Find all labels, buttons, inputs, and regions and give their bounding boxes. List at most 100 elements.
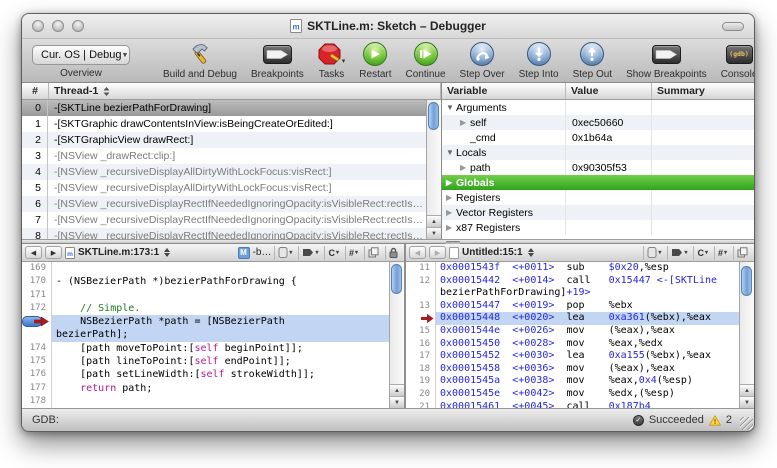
- line-number-gutter[interactable]: 19: [406, 375, 436, 388]
- scrollbar-thumb[interactable]: [428, 102, 439, 130]
- toolbar-button-show-breakpoints[interactable]: Show Breakpoints: [619, 41, 714, 80]
- stack-frame-row[interactable]: 4-[NSView _recursiveDisplayAllDirtyWithL…: [22, 164, 426, 180]
- code-text[interactable]: bezierPath];: [52, 328, 389, 341]
- scrollbar-thumb[interactable]: [741, 266, 752, 296]
- disclosure-triangle-icon[interactable]: ▶: [446, 193, 456, 202]
- code-text[interactable]: 0x00015447 <+0019> pop %ebx: [436, 300, 739, 313]
- back-button[interactable]: ◀: [409, 246, 426, 259]
- code-text[interactable]: // Simple.: [52, 302, 389, 315]
- variable-row[interactable]: ▶Vector Registers: [442, 205, 754, 220]
- code-text[interactable]: 0x00015448 <+0020> lea 0xa361(%ebx),%eax: [436, 312, 739, 325]
- function-popup[interactable]: -b…: [253, 247, 272, 258]
- code-text[interactable]: [52, 395, 389, 408]
- code-text[interactable]: [path lineToPoint:[self endPoint]];: [52, 355, 389, 368]
- line-number-gutter[interactable]: 18: [406, 363, 436, 376]
- breakpoint-current-line-icon[interactable]: [22, 315, 52, 328]
- code-text[interactable]: bezierPathForDrawing]+19>: [436, 287, 739, 300]
- code-text[interactable]: return path;: [52, 382, 389, 395]
- source-scrollbar[interactable]: ▲ ▼: [389, 262, 404, 408]
- line-number-gutter[interactable]: 169: [22, 262, 52, 275]
- disassembly-scrollbar[interactable]: ▲ ▼: [739, 262, 754, 408]
- variable-row[interactable]: ▶Registers: [442, 190, 754, 205]
- number-column-header[interactable]: #: [22, 83, 49, 99]
- disclosure-triangle-icon[interactable]: ▶: [460, 163, 470, 172]
- forward-button[interactable]: ▶: [45, 246, 62, 259]
- stack-frame-row[interactable]: 3-[NSView _drawRect:clip:]: [22, 148, 426, 164]
- stack-frame-row[interactable]: 7-[NSView _recursiveDisplayRectIfNeededI…: [22, 212, 426, 228]
- close-button[interactable]: [32, 20, 44, 32]
- overview-popup[interactable]: Cur. OS | Debug ▼: [32, 45, 130, 65]
- forward-button[interactable]: ▶: [429, 246, 446, 259]
- line-number-gutter[interactable]: 178: [22, 395, 52, 408]
- counterpart-files-button[interactable]: [364, 246, 382, 260]
- variable-row[interactable]: _cmd0x1b64a: [442, 130, 754, 145]
- line-number-gutter[interactable]: 16: [406, 338, 436, 351]
- code-text[interactable]: 0x0001545a <+0038> mov %eax,0x4(%esp): [436, 375, 739, 388]
- summary-column-header[interactable]: Summary: [652, 83, 754, 99]
- scroll-down-button[interactable]: ▼: [427, 227, 441, 239]
- toolbar-button-restart[interactable]: Restart: [352, 41, 398, 80]
- counterpart-button[interactable]: ▾: [274, 246, 295, 260]
- warning-count[interactable]: 2: [726, 414, 732, 426]
- scroll-up-button[interactable]: ▲: [427, 215, 441, 227]
- current-instruction-icon[interactable]: [406, 312, 436, 325]
- variable-row[interactable]: ▶self0xec50660: [442, 115, 754, 130]
- scroll-down-button[interactable]: ▼: [740, 396, 754, 408]
- zoom-button[interactable]: [72, 20, 84, 32]
- line-number-gutter[interactable]: 174: [22, 342, 52, 355]
- toolbar-toggle-button[interactable]: [722, 22, 744, 31]
- toolbar-button-build-and-debug[interactable]: Build and Debug: [156, 41, 244, 80]
- disclosure-triangle-icon[interactable]: ▶: [446, 223, 456, 232]
- stack-frame-row[interactable]: 6-[NSView _recursiveDisplayRectIfNeededI…: [22, 196, 426, 212]
- toolbar-button-tasks[interactable]: ▾Tasks: [311, 41, 353, 80]
- counterpart-files-button[interactable]: [733, 246, 751, 260]
- toolbar-button-continue[interactable]: Continue: [399, 41, 453, 80]
- line-number-gutter[interactable]: 170: [22, 275, 52, 288]
- line-number-gutter[interactable]: 176: [22, 368, 52, 381]
- variable-row[interactable]: ▶x87 Registers: [442, 220, 754, 235]
- line-number-gutter[interactable]: 172: [22, 302, 52, 315]
- line-stepper[interactable]: [528, 248, 534, 257]
- scroll-up-button[interactable]: ▲: [740, 384, 754, 396]
- title-bar[interactable]: m SKTLine.m: Sketch – Debugger: [22, 14, 754, 39]
- horizontal-splitter[interactable]: [22, 239, 754, 244]
- counterpart-button[interactable]: ▾: [643, 246, 664, 260]
- line-number-gutter[interactable]: [406, 287, 436, 300]
- thread-column-header[interactable]: Thread-1: [49, 83, 441, 99]
- code-text[interactable]: NSBezierPath *path = [NSBezierPath: [52, 315, 389, 328]
- warning-icon[interactable]: !: [709, 415, 721, 426]
- source-code-area[interactable]: 169170- (NSBezierPath *)bezierPathForDra…: [22, 262, 389, 408]
- class-browser-button[interactable]: C▾: [324, 246, 342, 260]
- scroll-down-button[interactable]: ▼: [390, 396, 404, 408]
- line-number-gutter[interactable]: 13: [406, 300, 436, 313]
- scrollbar-thumb[interactable]: [391, 264, 402, 294]
- class-browser-button[interactable]: C▾: [693, 246, 711, 260]
- toolbar-button-step-out[interactable]: Step Out: [566, 41, 619, 80]
- code-text[interactable]: [path moveToPoint:[self beginPoint]];: [52, 342, 389, 355]
- splitter-grip[interactable]: [446, 241, 460, 244]
- code-text[interactable]: - (NSBezierPath *)bezierPathForDrawing {: [52, 275, 389, 288]
- disclosure-triangle-icon[interactable]: ▼: [446, 148, 456, 157]
- code-text[interactable]: [52, 262, 389, 275]
- code-text[interactable]: 0x00015450 <+0028> mov %eax,%edx: [436, 338, 739, 351]
- stack-frame-row[interactable]: 8-[NSView _recursiveDisplayRectIfNeededI…: [22, 228, 426, 239]
- variable-column-header[interactable]: Variable: [442, 83, 566, 99]
- variable-row[interactable]: ▼Locals: [442, 145, 754, 160]
- disclosure-triangle-icon[interactable]: ▶: [446, 178, 456, 187]
- disclosure-triangle-icon[interactable]: ▼: [446, 103, 456, 112]
- value-column-header[interactable]: Value: [566, 83, 652, 99]
- stack-frame-row[interactable]: 0-[SKTLine bezierPathForDrawing]: [22, 100, 426, 116]
- variable-row[interactable]: ▶path0x90305f53: [442, 160, 754, 175]
- code-text[interactable]: 0x0001544e <+0026> mov (%eax),%eax: [436, 325, 739, 338]
- line-number-gutter[interactable]: 11: [406, 262, 436, 275]
- variable-row[interactable]: ▶Globals: [442, 175, 754, 190]
- minimize-button[interactable]: [52, 20, 64, 32]
- file-location-popup[interactable]: SKTLine.m:173:1: [78, 247, 159, 258]
- line-number-gutter[interactable]: 171: [22, 289, 52, 302]
- stack-frame-row[interactable]: 2-[SKTGraphicView drawRect:]: [22, 132, 426, 148]
- breakpoints-menu-button[interactable]: ▾: [298, 246, 321, 260]
- disassembly-code-area[interactable]: 110x0001543f <+0011> sub $0x20,%esp120x0…: [406, 262, 739, 408]
- line-number-gutter[interactable]: 175: [22, 355, 52, 368]
- code-text[interactable]: [52, 289, 389, 302]
- stack-frame-row[interactable]: 1-[SKTGraphic drawContentsInView:isBeing…: [22, 116, 426, 132]
